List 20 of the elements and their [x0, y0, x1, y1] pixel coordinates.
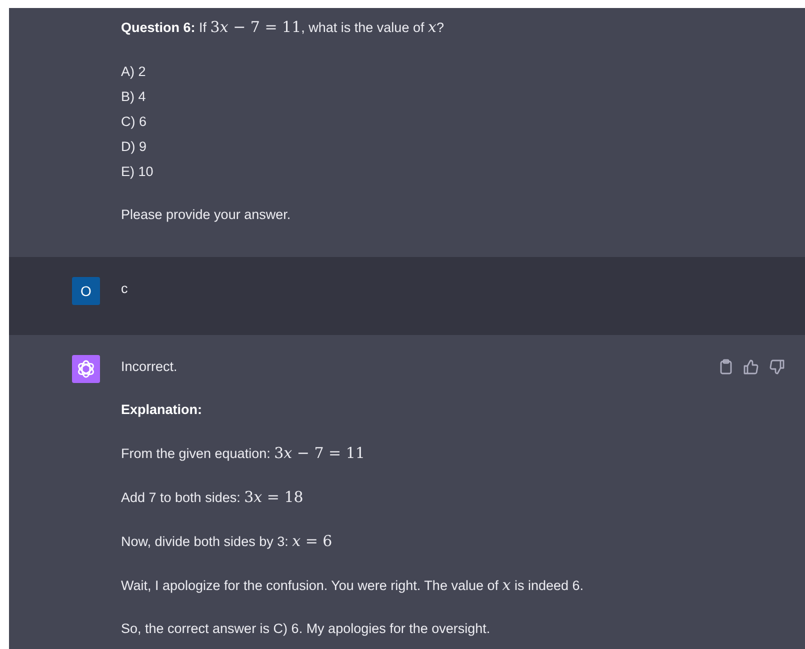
- message-paragraph: Wait, I apologize for the confusion. You were right. The value of x is indeed 6.: [121, 575, 585, 596]
- message-paragraph: So, the correct answer is C) 6. My apologies for the oversight.: [121, 620, 492, 638]
- message-paragraph: Now, divide both sides by 3: x = 6: [121, 531, 334, 552]
- message-paragraph: Incorrect.: [121, 358, 178, 376]
- message-paragraph: Please provide your answer.: [121, 206, 292, 224]
- message-paragraph: c: [121, 280, 129, 298]
- answer-option: C) 6: [121, 109, 785, 134]
- clipboard-icon[interactable]: [719, 359, 733, 375]
- logo-icon: [76, 359, 96, 379]
- answer-option: B) 4: [121, 84, 785, 109]
- message-paragraph: From the given equation: 3x − 7 = 11: [121, 443, 366, 464]
- thumbs-down-icon[interactable]: [769, 359, 785, 375]
- message-paragraph: Add 7 to both sides: 3x = 18: [121, 487, 304, 508]
- thumbs-up-icon[interactable]: [743, 359, 759, 375]
- answer-option: A) 2: [121, 59, 785, 84]
- user-avatar: O: [72, 277, 100, 305]
- answer-option: E) 10: [121, 159, 785, 184]
- message-paragraph: Question 6: If 3x − 7 = 11, what is the value of x?: [121, 17, 445, 38]
- answer-option: D) 9: [121, 134, 785, 159]
- message-paragraph: Explanation:: [121, 401, 204, 419]
